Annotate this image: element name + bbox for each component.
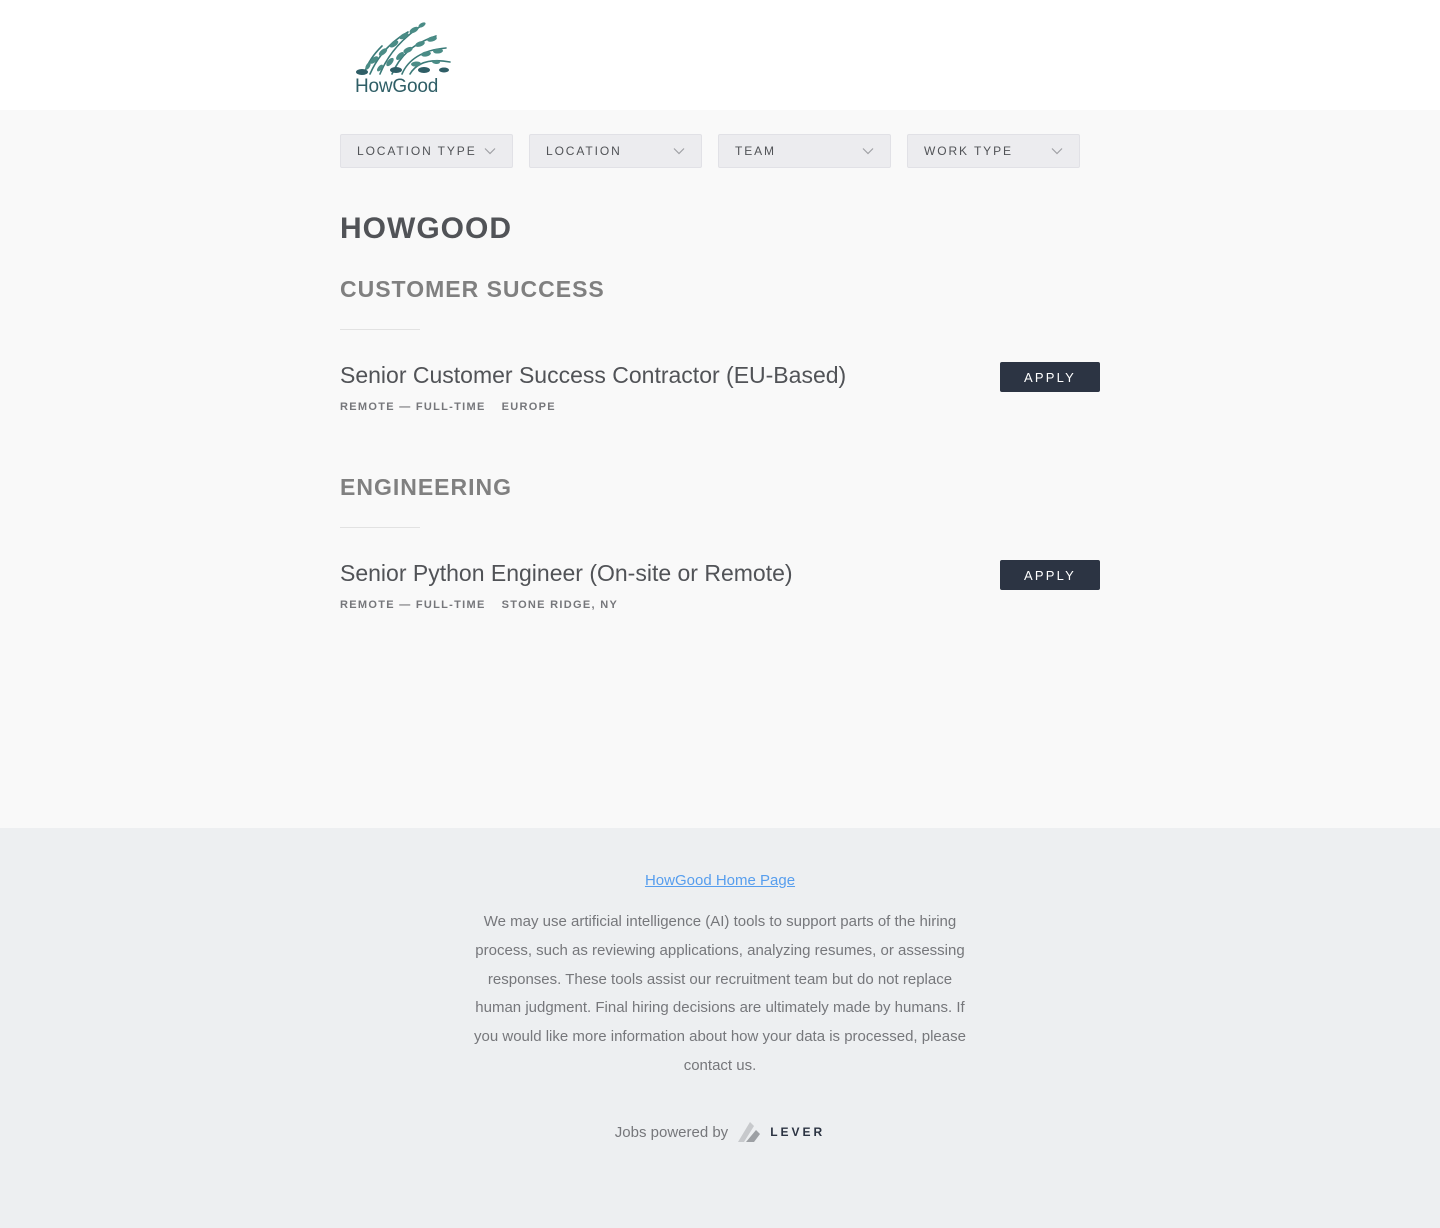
chevron-down-icon [862,148,874,155]
home-page-link[interactable]: HowGood Home Page [0,872,1440,889]
posting-item: Senior Python Engineer (On-site or Remot… [340,559,1100,629]
filter-bar: LOCATION TYPE LOCATION TEAM WORK TYPE [340,134,1080,168]
posting-commitment: REMOTE — FULL-TIME [340,599,486,611]
filter-location-type[interactable]: LOCATION TYPE [340,134,513,168]
company-name: HOWGOOD [340,212,512,245]
posting-location: STONE RIDGE, NY [501,599,619,611]
lever-logo-icon [736,1120,762,1144]
group-title: ENGINEERING [340,474,513,500]
powered-by-text: Jobs powered by [614,1123,729,1141]
filter-label: LOCATION TYPE [357,144,477,158]
group-divider [340,527,420,528]
group-title: CUSTOMER SUCCESS [340,276,605,302]
leaf-bundle-logo-icon [356,22,451,75]
filter-location[interactable]: LOCATION [529,134,702,168]
posting-meta: REMOTE — FULL-TIME EUROPE [340,401,1100,413]
filter-team[interactable]: TEAM [718,134,891,168]
filter-label: WORK TYPE [924,144,1013,158]
powered-by: Jobs powered by LEVER [0,1120,1440,1144]
site-header: HowGood [0,0,1440,110]
group-divider [340,329,420,330]
filter-work-type[interactable]: WORK TYPE [907,134,1080,168]
posting-group-engineering: ENGINEERING Senior Python Engineer (On-s… [340,474,1100,629]
chevron-down-icon [673,148,685,155]
apply-button[interactable]: APPLY [1000,560,1100,590]
posting-location: EUROPE [501,401,556,413]
posting-meta: REMOTE — FULL-TIME STONE RIDGE, NY [340,599,1100,611]
ai-disclosure-note: We may use artificial intelligence (AI) … [474,913,966,1074]
posting-title-link[interactable]: Senior Python Engineer (On-site or Remot… [340,559,1100,587]
lever-wordmark: LEVER [770,1125,826,1139]
howgood-logo[interactable]: HowGood [340,14,464,100]
posting-item: Senior Customer Success Contractor (EU-B… [340,361,1100,431]
posting-title-link[interactable]: Senior Customer Success Contractor (EU-B… [340,361,1100,389]
filter-label: TEAM [735,144,776,158]
lever-logo-link[interactable]: LEVER [736,1120,825,1144]
posting-commitment: REMOTE — FULL-TIME [340,401,486,413]
apply-button[interactable]: APPLY [1000,362,1100,392]
posting-group-customer-success: CUSTOMER SUCCESS Senior Customer Success… [340,276,1100,431]
logo-wordmark: HowGood [355,76,439,97]
chevron-down-icon [484,148,496,155]
filter-label: LOCATION [546,144,622,158]
postings-section: LOCATION TYPE LOCATION TEAM WORK TYPE HO… [0,110,1440,828]
chevron-down-icon [1051,148,1063,155]
site-footer: HowGood Home Page We may use artificial … [0,828,1440,1228]
